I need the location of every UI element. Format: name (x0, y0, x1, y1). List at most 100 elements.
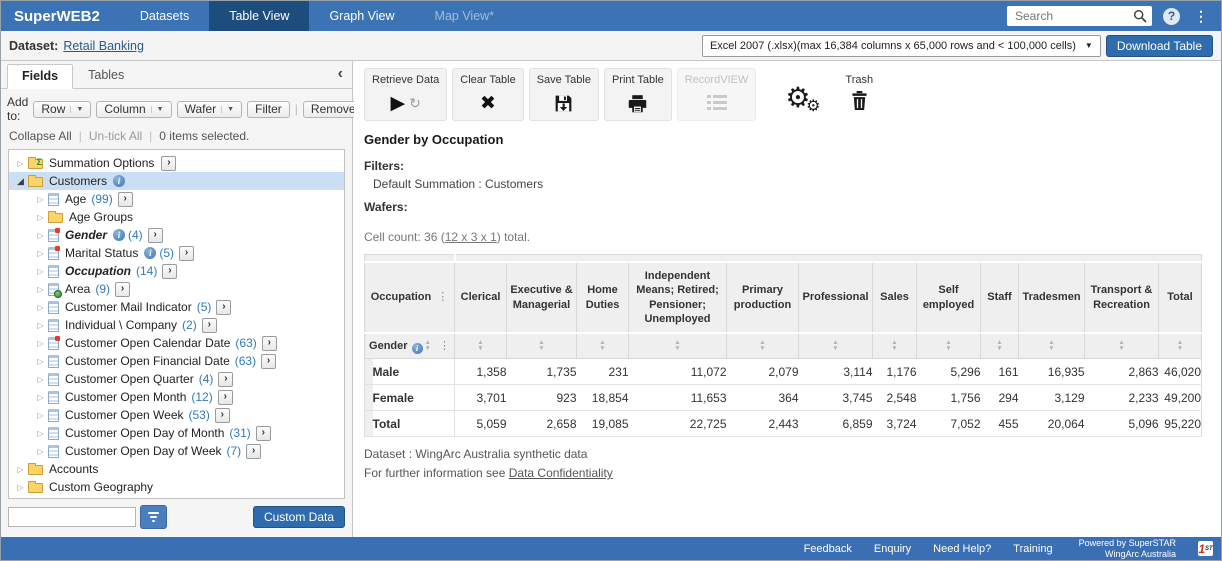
expand-icon[interactable]: ▷ (33, 231, 48, 240)
tree-item-customer-open-quarter[interactable]: ▷Customer Open Quarter(4)› (9, 370, 344, 388)
footer-link-training[interactable]: Training (1013, 543, 1052, 555)
sort-icon[interactable]: ▲▼ (759, 340, 765, 351)
sort-control-self-employed[interactable]: ▲▼ (917, 333, 981, 359)
field-search-input[interactable] (8, 507, 136, 527)
sort-control-transport-recreation[interactable]: ▲▼ (1085, 333, 1159, 359)
sort-icon[interactable]: ▲▼ (1177, 340, 1183, 351)
tree-item-area[interactable]: ▷Area(9)› (9, 280, 344, 298)
data-confidentiality-link[interactable]: Data Confidentiality (509, 466, 613, 480)
sort-icon[interactable]: ▲▼ (1118, 340, 1124, 351)
sort-control-staff[interactable]: ▲▼ (981, 333, 1019, 359)
cell-count-link[interactable]: 12 x 3 x 1 (445, 230, 497, 244)
tree-item-accounts[interactable]: ▷Accounts (9, 460, 344, 478)
download-table-button[interactable]: Download Table (1106, 35, 1213, 57)
sort-control-independent-means-retired-pensioner-unemployed[interactable]: ▲▼ (629, 333, 727, 359)
field-nav-arrow-icon[interactable]: › (215, 408, 230, 423)
tree-item-gender[interactable]: ▷Genderi(4)› (9, 226, 344, 244)
expand-icon[interactable]: ▷ (33, 303, 48, 312)
footer-link-need-help[interactable]: Need Help? (933, 543, 991, 555)
expand-icon[interactable]: ▷ (13, 465, 28, 474)
field-nav-arrow-icon[interactable]: › (162, 264, 177, 279)
row-field-cell[interactable]: Genderi▲▼⋮ (365, 333, 455, 359)
sort-icon[interactable]: ▲▼ (945, 340, 951, 351)
expand-icon[interactable]: ▷ (33, 429, 48, 438)
expand-icon[interactable]: ▷ (33, 213, 48, 222)
filter-button[interactable]: Filter (247, 101, 290, 118)
column-field-cell[interactable]: Occupation⋮ (365, 262, 455, 333)
expand-icon[interactable]: ▷ (33, 339, 48, 348)
sidebar-collapse-icon[interactable]: ‹ (338, 65, 343, 83)
sort-icon[interactable]: ▲▼ (891, 340, 897, 351)
tree-item-customer-open-calendar-date[interactable]: ▷Customer Open Calendar Date(63)› (9, 334, 344, 352)
footer-link-enquiry[interactable]: Enquiry (874, 543, 911, 555)
nav-tab-map-view[interactable]: Map View* (415, 1, 515, 31)
untick-all-link[interactable]: Un-tick All (89, 129, 142, 143)
sort-control-total[interactable]: ▲▼ (1159, 333, 1202, 359)
sort-control-primary-production[interactable]: ▲▼ (727, 333, 799, 359)
sort-icon[interactable]: ▲▼ (538, 340, 544, 351)
footer-link-feedback[interactable]: Feedback (804, 543, 852, 555)
info-icon[interactable]: i (113, 175, 125, 187)
add-to-wafer-button[interactable]: Wafer▼ (177, 101, 243, 118)
export-format-select[interactable]: Excel 2007 (.xlsx)(max 16,384 columns x … (702, 35, 1101, 57)
tree-item-marital-status[interactable]: ▷Marital Statusi(5)› (9, 244, 344, 262)
nav-tab-datasets[interactable]: Datasets (120, 1, 209, 31)
sort-control-sales[interactable]: ▲▼ (873, 333, 917, 359)
tree-item-customer-mail-indicator[interactable]: ▷Customer Mail Indicator(5)› (9, 298, 344, 316)
field-nav-arrow-icon[interactable]: › (218, 372, 233, 387)
add-to-column-button[interactable]: Column▼ (96, 101, 171, 118)
tree-item-customer-open-financial-date[interactable]: ▷Customer Open Financial Date(63)› (9, 352, 344, 370)
tree-item-customers[interactable]: ◢Customersi (9, 172, 344, 190)
row-menu-icon[interactable]: ⋮ (439, 340, 450, 352)
help-icon[interactable]: ? (1163, 8, 1180, 25)
sort-control-clerical[interactable]: ▲▼ (455, 333, 507, 359)
tab-tables[interactable]: Tables (73, 63, 139, 88)
field-nav-arrow-icon[interactable]: › (218, 390, 233, 405)
collapse-all-link[interactable]: Collapse All (9, 129, 72, 143)
field-nav-arrow-icon[interactable]: › (115, 282, 130, 297)
field-nav-arrow-icon[interactable]: › (262, 336, 277, 351)
custom-data-button[interactable]: Custom Data (253, 506, 345, 528)
sort-control-tradesmen[interactable]: ▲▼ (1019, 333, 1085, 359)
trash-button[interactable]: Trash (845, 68, 873, 112)
tree-item-customer-open-month[interactable]: ▷Customer Open Month(12)› (9, 388, 344, 406)
table-options-button[interactable]: ⚙⚙ (785, 84, 810, 112)
expand-icon[interactable]: ▷ (33, 195, 48, 204)
sort-icon[interactable]: ▲▼ (1048, 340, 1054, 351)
field-nav-arrow-icon[interactable]: › (216, 300, 231, 315)
sort-icon[interactable]: ▲▼ (674, 340, 680, 351)
retrieve-data-button[interactable]: Retrieve Data▶↻ (364, 68, 447, 121)
expand-icon[interactable]: ▷ (33, 411, 48, 420)
sort-control-home-duties[interactable]: ▲▼ (577, 333, 629, 359)
info-icon[interactable]: i (113, 229, 125, 241)
expand-icon[interactable]: ▷ (33, 393, 48, 402)
info-icon[interactable]: i (144, 247, 156, 259)
search-input[interactable] (1013, 8, 1133, 24)
sort-icon[interactable]: ▲▼ (599, 340, 605, 351)
collapse-icon[interactable]: ◢ (13, 176, 28, 187)
tree-item-customer-open-day-of-week[interactable]: ▷Customer Open Day of Week(7)› (9, 442, 344, 460)
expand-icon[interactable]: ▷ (33, 321, 48, 330)
sort-icon[interactable]: ▲▼ (425, 340, 431, 351)
recordview-button[interactable]: RecordVIEW (677, 68, 757, 121)
expand-icon[interactable]: ▷ (33, 357, 48, 366)
field-nav-arrow-icon[interactable]: › (161, 156, 176, 171)
clear-table-button[interactable]: Clear Table✖ (452, 68, 523, 121)
sort-icon[interactable]: ▲▼ (832, 340, 838, 351)
field-nav-arrow-icon[interactable]: › (118, 192, 133, 207)
tab-fields[interactable]: Fields (7, 64, 73, 89)
add-to-row-button[interactable]: Row▼ (33, 101, 91, 118)
column-menu-icon[interactable]: ⋮ (437, 291, 448, 303)
field-filter-icon[interactable] (140, 505, 167, 529)
app-logo[interactable]: SuperWEB2 (1, 1, 120, 31)
print-table-button[interactable]: Print Table (604, 68, 672, 121)
expand-icon[interactable]: ▷ (33, 447, 48, 456)
field-nav-arrow-icon[interactable]: › (202, 318, 217, 333)
sort-icon[interactable]: ▲▼ (996, 340, 1002, 351)
tree-item-summation-options[interactable]: ▷Summation Options› (9, 154, 344, 172)
tree-item-individual-company[interactable]: ▷Individual \ Company(2)› (9, 316, 344, 334)
tree-item-custom-geography[interactable]: ▷Custom Geography (9, 478, 344, 496)
tree-item-customer-open-day-of-month[interactable]: ▷Customer Open Day of Month(31)› (9, 424, 344, 442)
tree-item-age[interactable]: ▷Age(99)› (9, 190, 344, 208)
sort-control-professional[interactable]: ▲▼ (799, 333, 873, 359)
